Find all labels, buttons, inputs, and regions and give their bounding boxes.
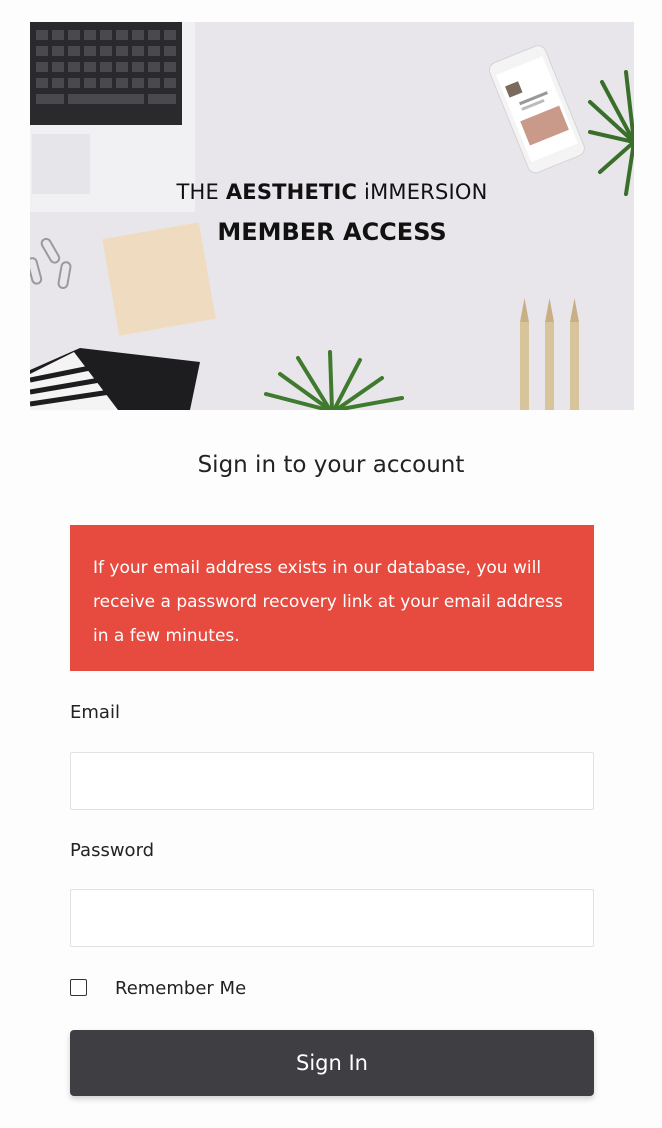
hero-subtitle: MEMBER ACCESS bbox=[217, 218, 447, 246]
sign-in-button[interactable]: Sign In bbox=[70, 1030, 594, 1096]
password-recovery-alert: If your email address exists in our data… bbox=[70, 525, 594, 671]
login-page: THE AESTHETIC iMMERSION MEMBER ACCESS Si… bbox=[0, 0, 662, 1128]
desk-scene-illustration bbox=[30, 22, 634, 410]
hero-title-strong: AESTHETIC bbox=[225, 180, 358, 204]
plant-illustration bbox=[264, 350, 404, 410]
hero-title-prefix: THE bbox=[176, 180, 226, 204]
hero-banner: THE AESTHETIC iMMERSION MEMBER ACCESS bbox=[30, 22, 634, 410]
notebook-illustration bbox=[30, 348, 200, 410]
page-title: Sign in to your account bbox=[197, 452, 465, 478]
remember-me-label[interactable]: Remember Me bbox=[115, 978, 246, 999]
email-field[interactable] bbox=[70, 752, 594, 810]
pencils-illustration bbox=[520, 298, 579, 410]
phone-illustration bbox=[488, 45, 585, 174]
hero-title: THE AESTHETIC iMMERSION bbox=[30, 180, 634, 204]
hero-title-suffix: iMMERSION bbox=[357, 180, 488, 204]
email-label: Email bbox=[70, 702, 120, 723]
password-field[interactable] bbox=[70, 889, 594, 947]
password-label: Password bbox=[70, 840, 155, 861]
remember-me-checkbox[interactable] bbox=[70, 979, 87, 996]
plant-top-right-illustration bbox=[588, 70, 634, 196]
